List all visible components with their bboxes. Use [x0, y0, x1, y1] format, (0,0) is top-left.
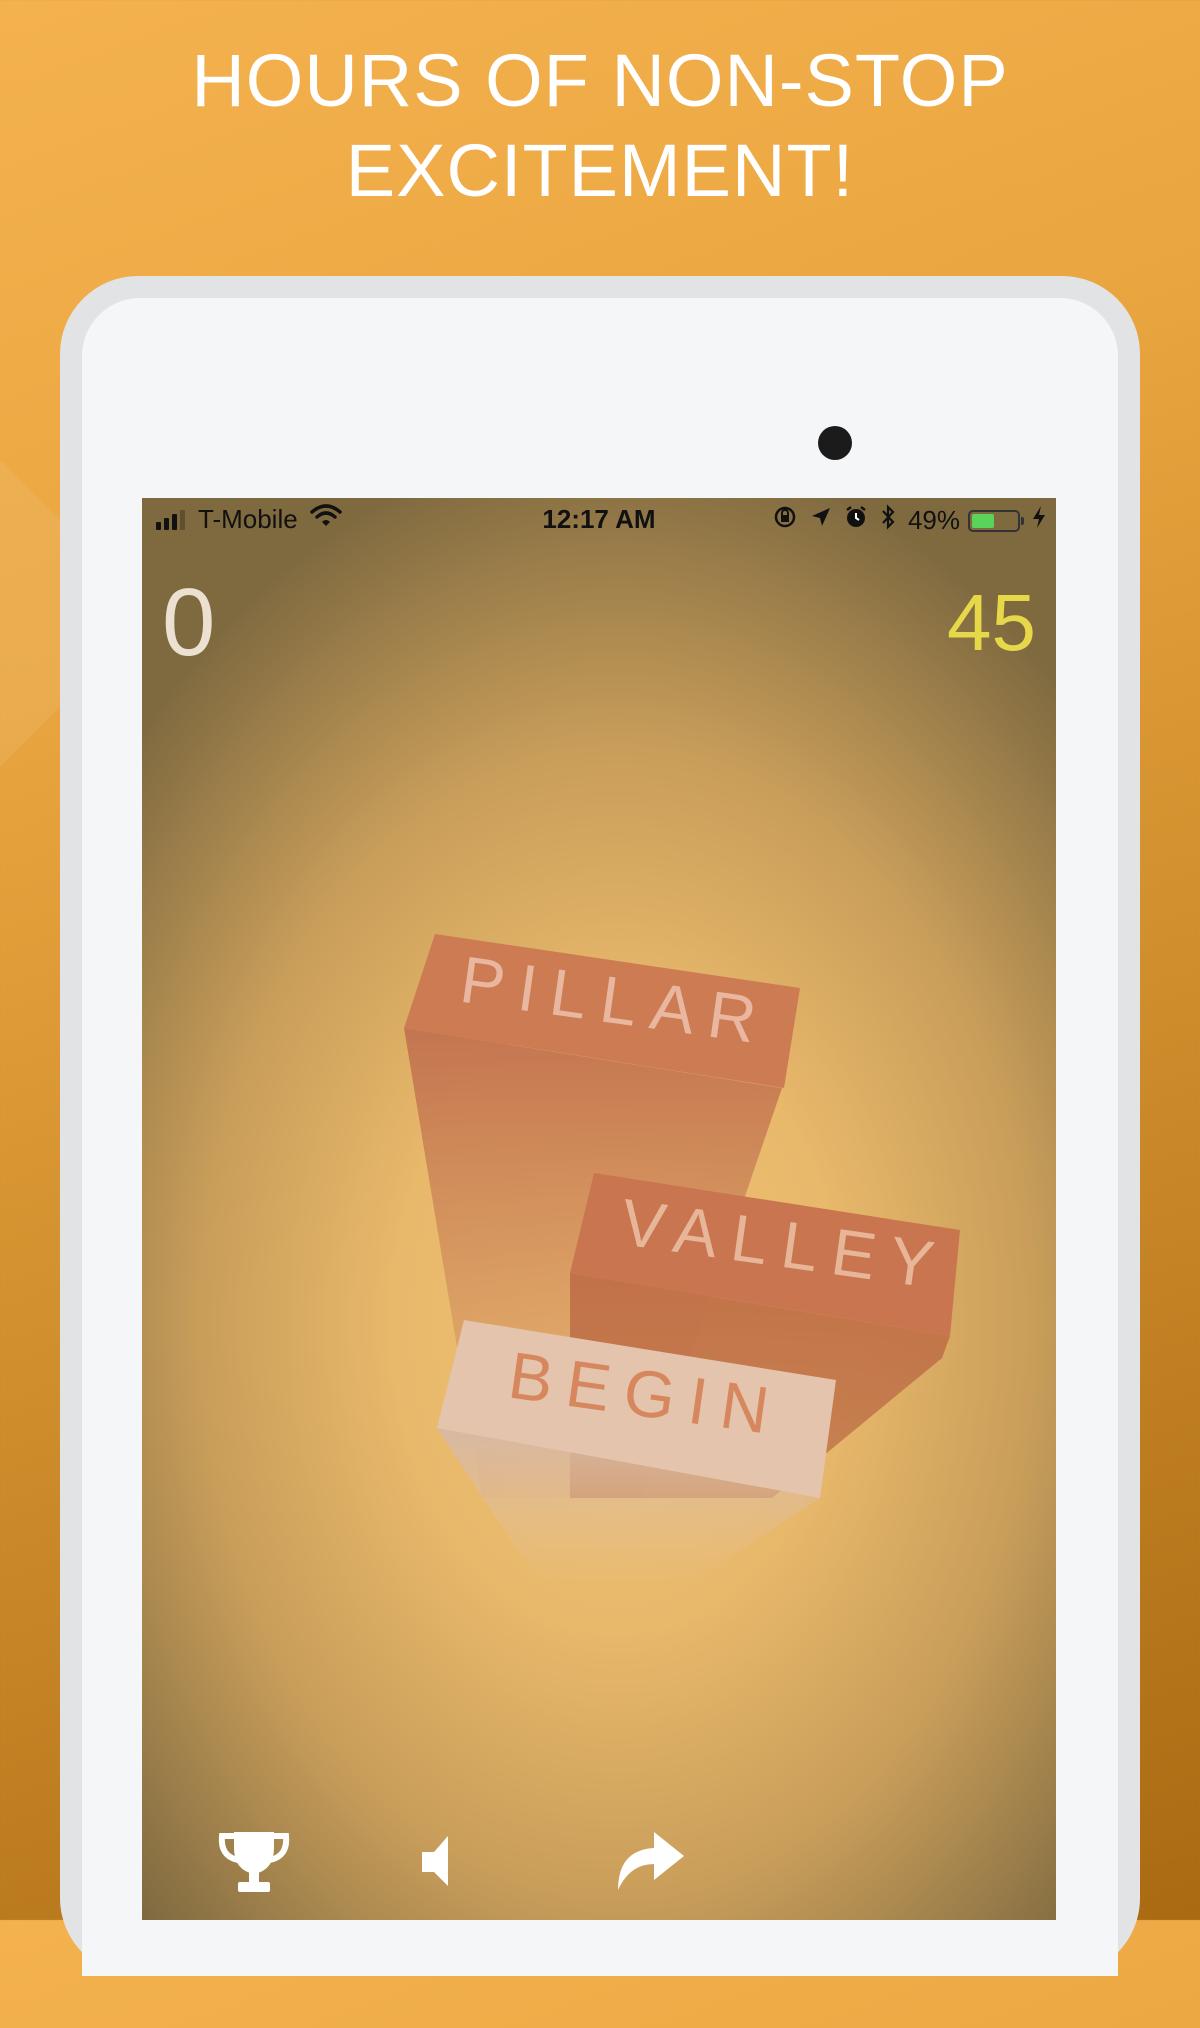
- game-screen[interactable]: T-Mobile 12:17 AM 49% 0 45 PILLAR VALLEY…: [142, 498, 1056, 1920]
- trophy-icon[interactable]: [214, 1826, 294, 1896]
- speaker-icon[interactable]: [404, 1826, 484, 1896]
- share-icon[interactable]: [608, 1826, 688, 1896]
- headline-line-2: EXCITEMENT!: [345, 129, 855, 212]
- bottom-toolbar: [142, 1810, 1056, 1920]
- headline-line-1: HOURS OF NON-STOP: [191, 39, 1009, 122]
- promo-headline: HOURS OF NON-STOP EXCITEMENT!: [0, 36, 1200, 216]
- front-camera: [818, 426, 852, 460]
- word-blocks: PILLAR VALLEY BEGIN: [404, 934, 960, 1588]
